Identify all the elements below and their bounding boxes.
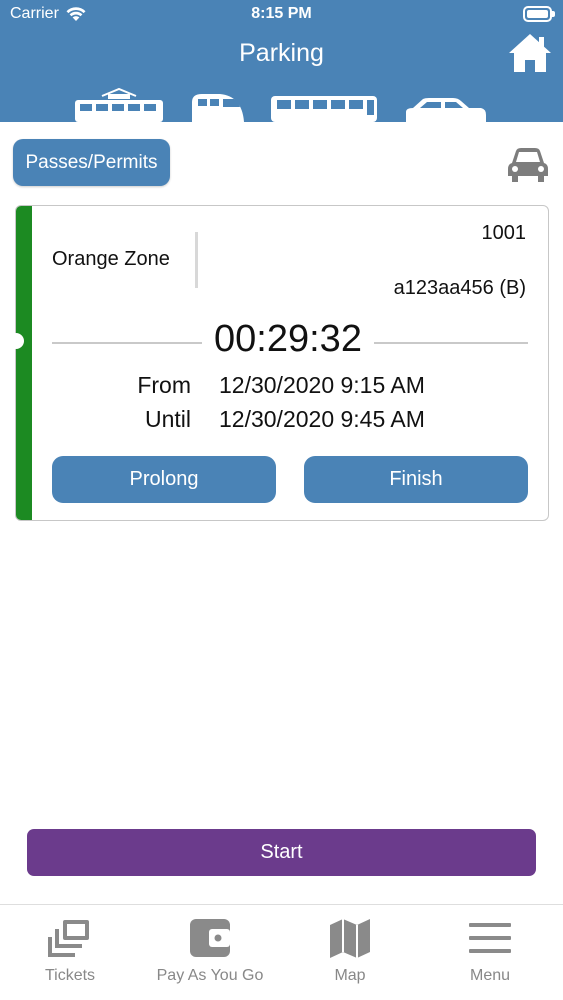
tab-bar: Tickets Pay As You Go Map Menu [0,904,563,1000]
finish-button[interactable]: Finish [304,456,528,503]
wallet-icon [190,919,230,957]
until-label: Until [144,406,191,432]
tab-pay-as-you-go[interactable]: Pay As You Go [140,905,280,1000]
status-bar: Carrier 8:15 PM [0,0,563,30]
train-icon [192,94,244,122]
map-icon [330,919,370,958]
prolong-button[interactable]: Prolong [52,456,276,503]
license-plate: a123aa456 (B) [393,277,526,299]
car-icon [406,98,486,122]
bus-icon [271,96,377,122]
from-label: From [137,372,191,398]
session-number: 1001 [481,222,527,244]
tab-label: Map [334,967,366,984]
header: Carrier 8:15 PM Parking [0,0,563,122]
page-title: Parking [239,39,324,67]
tab-label: Tickets [44,967,96,984]
home-icon[interactable] [507,32,553,74]
tab-menu[interactable]: Menu [420,905,560,1000]
parking-session-card: Orange Zone 1001 a123aa456 (B) 00:29:32 … [8,205,549,521]
passes-permits-button[interactable]: Passes/Permits [13,139,170,186]
car-icon[interactable] [506,145,550,185]
tab-label: Pay As You Go [156,967,264,984]
tab-map[interactable]: Map [280,905,420,1000]
until-value: 12/30/2020 9:45 AM [219,406,425,432]
start-button[interactable]: Start [27,829,536,876]
tickets-icon [48,920,89,957]
tram-icon [75,88,163,122]
status-stripe [16,206,32,520]
battery-icon [523,6,555,22]
vehicle-icons [0,84,563,122]
clock: 8:15 PM [251,5,312,22]
countdown-timer: 00:29:32 [202,318,374,361]
from-value: 12/30/2020 9:15 AM [219,372,425,398]
zone-name: Orange Zone [52,248,170,270]
tab-label: Menu [469,967,511,984]
tab-tickets[interactable]: Tickets [0,905,140,1000]
menu-icon [469,923,511,953]
